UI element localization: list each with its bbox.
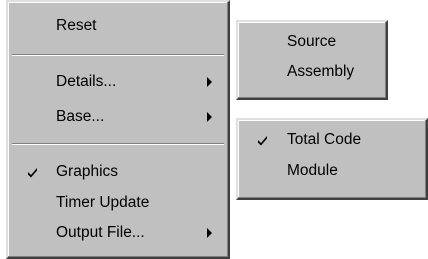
submenu-item-assembly-label: Assembly: [287, 63, 355, 80]
submenu-item-assembly[interactable]: Assembly: [238, 60, 386, 84]
submenu-arrow-icon: [207, 112, 212, 122]
menu-item-reset-label: Reset: [56, 17, 97, 34]
submenu-item-source[interactable]: Source: [238, 30, 386, 54]
submenu-arrow-icon: [207, 228, 212, 238]
menu-item-timer-update-label: Timer Update: [56, 194, 150, 211]
menu-item-output-file-label: Output File...: [56, 224, 145, 241]
submenu-item-module[interactable]: Module: [238, 159, 426, 183]
details-submenu: Source Assembly: [236, 20, 388, 100]
menu-item-graphics[interactable]: Graphics: [8, 160, 228, 184]
menu-item-output-file[interactable]: Output File...: [8, 221, 228, 245]
base-submenu: Total Code Module: [236, 118, 428, 200]
submenu-item-total-code-label: Total Code: [287, 131, 362, 148]
menu-separator: [12, 143, 224, 145]
context-menu: Reset Details... Base... Graphics Timer …: [6, 0, 230, 259]
menu-item-details[interactable]: Details...: [8, 70, 228, 94]
menu-item-base-label: Base...: [56, 108, 105, 125]
menu-item-reset[interactable]: Reset: [8, 14, 228, 38]
check-mark-icon: [27, 160, 43, 184]
submenu-item-total-code[interactable]: Total Code: [238, 128, 426, 152]
submenu-item-module-label: Module: [287, 162, 338, 179]
submenu-arrow-icon: [207, 77, 212, 87]
submenu-item-source-label: Source: [287, 33, 337, 50]
menu-separator: [12, 54, 224, 56]
menu-item-details-label: Details...: [56, 73, 117, 90]
menu-item-graphics-label: Graphics: [56, 163, 119, 180]
check-mark-icon: [257, 128, 273, 152]
menu-item-timer-update[interactable]: Timer Update: [8, 191, 228, 215]
menu-item-base[interactable]: Base...: [8, 105, 228, 129]
